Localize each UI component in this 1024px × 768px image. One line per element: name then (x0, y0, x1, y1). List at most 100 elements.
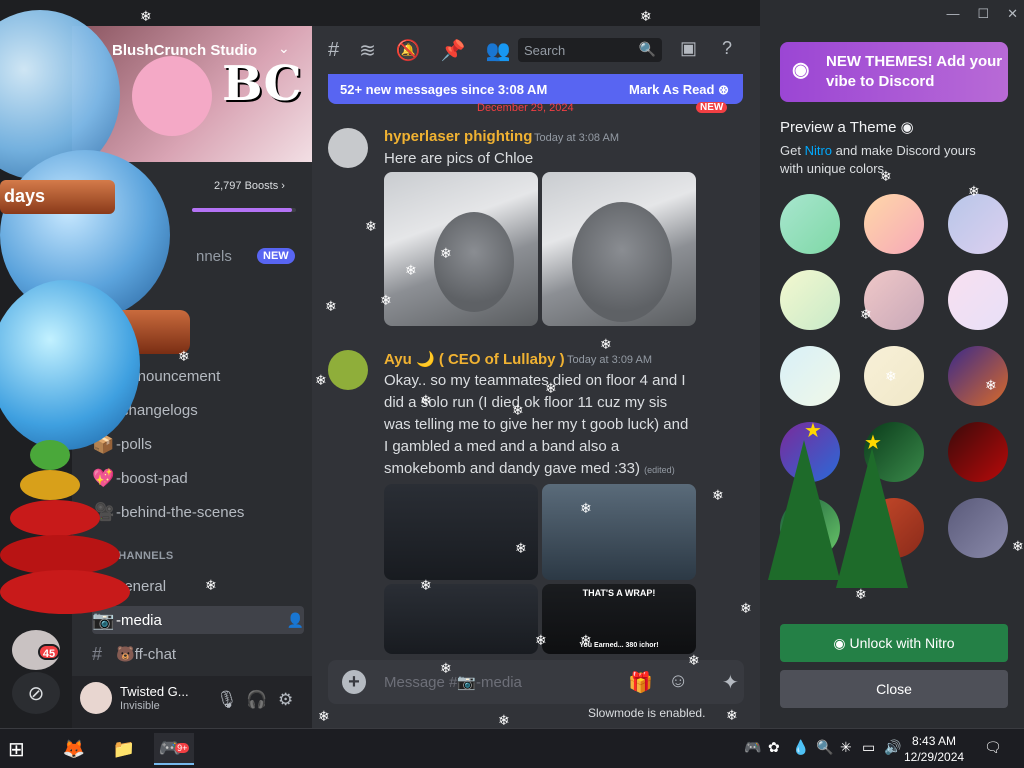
search-placeholder: Search (524, 43, 566, 58)
date-separator: December 29, 2024 (477, 102, 574, 114)
bear-icon: 🐻 (116, 646, 135, 663)
theme-swatch[interactable] (864, 194, 924, 254)
file-explorer-icon[interactable]: 📁 (104, 733, 144, 765)
threads-icon[interactable]: # (328, 39, 339, 62)
close-window-icon[interactable]: ✕ (1007, 6, 1018, 22)
star-icon: ★ (804, 420, 822, 442)
chevron-down-icon[interactable]: ⌄ (278, 40, 290, 57)
mute-bell-icon[interactable]: 🔕 (396, 38, 421, 63)
apps-icon[interactable]: ✦ (722, 670, 739, 695)
attachment-image[interactable] (542, 484, 696, 580)
help-icon[interactable]: ? (722, 38, 732, 59)
droplet-tray-icon[interactable]: 💧 (792, 739, 809, 756)
pin-icon[interactable]: 📌 (441, 38, 466, 63)
christmas-tree-decoration (768, 440, 840, 580)
theme-swatch[interactable] (864, 346, 924, 406)
screenshot-caption: THAT'S A WRAP! (582, 588, 656, 598)
window-controls: — ☐ ✕ (946, 6, 1018, 22)
clock-time: 8:43 AM (912, 734, 957, 748)
brightness-tray-icon[interactable]: ✳ (840, 739, 852, 756)
settings-gear-icon[interactable]: ⚙ (278, 690, 293, 710)
pinned-icon[interactable]: ≋ (359, 38, 376, 63)
mention-badge: 45 (38, 644, 60, 660)
message-author[interactable]: Ayu 🌙 ( CEO of Lullaby ) (384, 350, 565, 368)
unlock-with-nitro-button[interactable]: ◉ Unlock with Nitro (780, 624, 1008, 662)
attachment-image[interactable] (384, 484, 538, 580)
minimize-icon[interactable]: — (946, 6, 959, 22)
system-clock[interactable]: 8:43 AM 12/29/2024 (904, 733, 964, 765)
mark-as-read-button[interactable]: Mark As Read ⊛ (629, 82, 729, 98)
user-panel: Twisted G... Invisible 🎙 🎧 ⚙ (72, 676, 312, 728)
attachment-image[interactable] (384, 584, 538, 654)
new-messages-bar[interactable]: 52+ new messages since 3:08 AM Mark As R… (328, 74, 743, 104)
banner-logo: BC (222, 56, 302, 112)
message-author[interactable]: hyperlaser phighting (384, 128, 532, 145)
maximize-icon[interactable]: ☐ (977, 6, 989, 22)
message-input[interactable]: Message #📷-media (384, 673, 522, 691)
windows-start-icon[interactable]: ⊞ (8, 737, 25, 762)
emoji-icon[interactable]: ☺ (668, 670, 688, 693)
app-tray-icon[interactable]: ✿ (768, 739, 780, 756)
gift-icon[interactable]: 🎁 (628, 670, 653, 695)
attachment-image[interactable] (384, 172, 538, 326)
channel-label: -behind-the-scenes (116, 503, 245, 521)
headphones-icon[interactable]: 🎧 (246, 690, 267, 710)
theme-swatch[interactable] (948, 194, 1008, 254)
discover-servers-icon[interactable]: ⊘ (12, 672, 60, 714)
message-composer[interactable]: + Message #📷-media 🎁 ☺ ✦ (328, 660, 744, 704)
moon-icon: 🌙 (415, 351, 435, 368)
attach-plus-icon[interactable]: + (342, 670, 366, 694)
attachment-image[interactable]: THAT'S A WRAP! You Earned... 380 ichor! (542, 584, 696, 654)
message-text: Here are pics of Chloe (384, 150, 534, 167)
new-themes-button[interactable]: ◉ NEW THEMES! Add your vibe to Discord (780, 42, 1008, 102)
boost-progress-fill (192, 208, 292, 212)
volume-tray-icon[interactable]: 🔊 (884, 739, 901, 756)
boost-count[interactable]: 2,797 Boosts › (214, 180, 285, 192)
inbox-icon[interactable]: ▣ (680, 38, 697, 59)
add-member-icon[interactable]: 👤 (287, 612, 304, 629)
theme-swatch[interactable] (864, 270, 924, 330)
server-name[interactable]: BlushCrunch Studio (112, 42, 257, 59)
new-themes-label: NEW THEMES! Add your vibe to Discord (826, 53, 1003, 90)
theme-swatch[interactable] (780, 270, 840, 330)
new-messages-text: 52+ new messages since 3:08 AM (340, 82, 548, 97)
theme-swatch[interactable] (948, 346, 1008, 406)
notifications-icon[interactable]: 🗨 (984, 739, 1002, 756)
discord-badge: 9+ (175, 743, 190, 753)
nitro-icon: ◉ (792, 59, 810, 81)
members-icon[interactable]: 👥 (486, 38, 511, 63)
theme-swatch[interactable] (948, 270, 1008, 330)
slowmode-notice: Slowmode is enabled. (588, 706, 706, 720)
theme-swatch[interactable] (780, 346, 840, 406)
new-badge: NEW (257, 248, 295, 264)
discord-tray-icon[interactable]: 🎮 (744, 739, 761, 756)
user-avatar[interactable] (80, 682, 112, 714)
chat-area: # ≋ 🔕 📌 👥 Search 🔍 ▣ ? 52+ new messages s… (312, 26, 760, 728)
theme-swatch[interactable] (780, 194, 840, 254)
message-timestamp: Today at 3:08 AM (534, 132, 619, 144)
user-name[interactable]: Twisted G... (120, 684, 189, 699)
new-divider-badge: NEW (696, 102, 728, 113)
search-tray-icon[interactable]: 🔍 (816, 739, 833, 756)
search-input[interactable]: Search 🔍 (518, 38, 662, 62)
network-tray-icon[interactable]: ▭ (862, 739, 875, 756)
message-avatar[interactable] (328, 128, 368, 168)
message-avatar[interactable] (328, 350, 368, 390)
discord-taskbar-icon[interactable]: 🎮 9+ (154, 733, 194, 765)
message-timestamp: Today at 3:09 AM (567, 354, 652, 366)
close-button[interactable]: Close (780, 670, 1008, 708)
nitro-link[interactable]: Nitro (805, 143, 832, 158)
channel-ff-chat[interactable]: # 🐻 ff-chat (92, 640, 304, 668)
preview-theme-description: Get Nitro and make Discord yours with un… (780, 143, 976, 176)
countdown-label: days (0, 180, 115, 214)
firefox-icon[interactable]: 🦊 (54, 733, 94, 765)
microphone-icon[interactable]: 🎙 (216, 690, 238, 710)
christmas-tree-decoration (0, 430, 130, 620)
nitro-themes-panel: — ☐ ✕ ◉ NEW THEMES! Add your vibe to Dis… (760, 0, 1024, 728)
windows-taskbar: ⊞ 🦊 📁 🎮 9+ 🎮 ✿ 💧 🔍 ✳ ▭ 🔊 8:43 AM 12/29/202… (0, 728, 1024, 768)
attachment-image[interactable] (542, 172, 696, 326)
theme-swatch[interactable] (948, 422, 1008, 482)
theme-swatch[interactable] (948, 498, 1008, 558)
browse-channels-label[interactable]: nnels (196, 248, 232, 265)
discord-window: 45 ⊘ BC BlushCrunch Studio ⌄ 2,797 Boost… (0, 0, 1024, 728)
